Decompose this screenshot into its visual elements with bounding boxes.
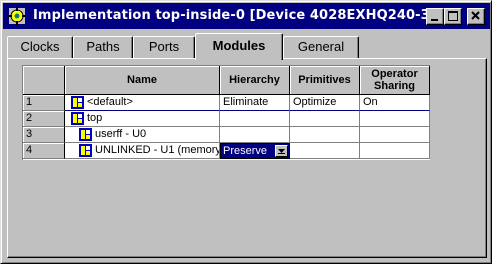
column-header-primitives[interactable]: Primitives: [290, 66, 360, 95]
hierarchy-cell[interactable]: [220, 127, 290, 143]
implementation-window: Implementation top-inside-0 [Device 4028…: [0, 0, 492, 264]
row-number[interactable]: 2: [23, 111, 65, 127]
operator-sharing-cell[interactable]: [360, 143, 430, 159]
module-name: UNLINKED - U1 (memory): [95, 144, 220, 156]
close-button[interactable]: [467, 8, 485, 25]
primitives-cell[interactable]: [290, 127, 360, 143]
maximize-icon: [448, 11, 458, 21]
tab-general[interactable]: General: [283, 36, 359, 58]
tab-modules[interactable]: Modules: [195, 33, 283, 60]
operator-sharing-cell[interactable]: [360, 127, 430, 143]
hierarchy-dropdown[interactable]: Preserve: [220, 143, 290, 159]
row-number[interactable]: 4: [23, 143, 65, 159]
tab-bar: Clocks Paths Ports Modules General: [7, 33, 487, 60]
minimize-icon: [431, 19, 438, 21]
row-number[interactable]: 3: [23, 127, 65, 143]
primitives-cell[interactable]: [290, 143, 360, 159]
table-row-name-cell[interactable]: userff - U0: [65, 127, 220, 143]
module-icon: [79, 128, 92, 141]
table-row-name-cell[interactable]: <default>: [65, 95, 220, 111]
column-header-name[interactable]: Name: [65, 66, 220, 95]
module-name: userff - U0: [95, 128, 147, 140]
title-bar[interactable]: Implementation top-inside-0 [Device 4028…: [3, 3, 490, 29]
dropdown-button[interactable]: [275, 145, 288, 157]
primitives-cell[interactable]: Optimize: [290, 95, 360, 111]
operator-sharing-cell[interactable]: [360, 111, 430, 127]
tab-ports[interactable]: Ports: [133, 36, 195, 58]
primitives-cell[interactable]: [290, 111, 360, 127]
column-header-operator-sharing[interactable]: Operator Sharing: [360, 66, 430, 95]
hierarchy-dropdown-value: Preserve: [223, 145, 268, 157]
row-number[interactable]: 1: [23, 95, 65, 111]
module-icon: [71, 112, 84, 125]
module-icon: [71, 96, 84, 109]
close-icon: [471, 11, 480, 20]
tab-clocks[interactable]: Clocks: [7, 36, 73, 58]
table-row-name-cell[interactable]: UNLINKED - U1 (memory): [65, 143, 220, 159]
module-icon: [79, 144, 92, 157]
module-name: top: [87, 112, 103, 124]
modules-table: Name Hierarchy Primitives Operator Shari…: [22, 65, 430, 160]
tab-paths[interactable]: Paths: [73, 36, 133, 58]
column-header-hierarchy[interactable]: Hierarchy: [220, 66, 290, 95]
app-icon: [8, 7, 26, 25]
dropdown-arrow-icon: [278, 149, 285, 154]
maximize-button[interactable]: [444, 8, 462, 25]
hierarchy-cell[interactable]: Eliminate: [220, 95, 290, 111]
window-title: Implementation top-inside-0 [Device 4028…: [33, 8, 436, 23]
table-corner: [23, 66, 65, 95]
minimize-button[interactable]: [426, 8, 444, 25]
operator-sharing-cell[interactable]: On: [360, 95, 430, 111]
hierarchy-cell[interactable]: [220, 111, 290, 127]
module-name: <default>: [87, 96, 133, 108]
table-row-name-cell[interactable]: top: [65, 111, 220, 127]
